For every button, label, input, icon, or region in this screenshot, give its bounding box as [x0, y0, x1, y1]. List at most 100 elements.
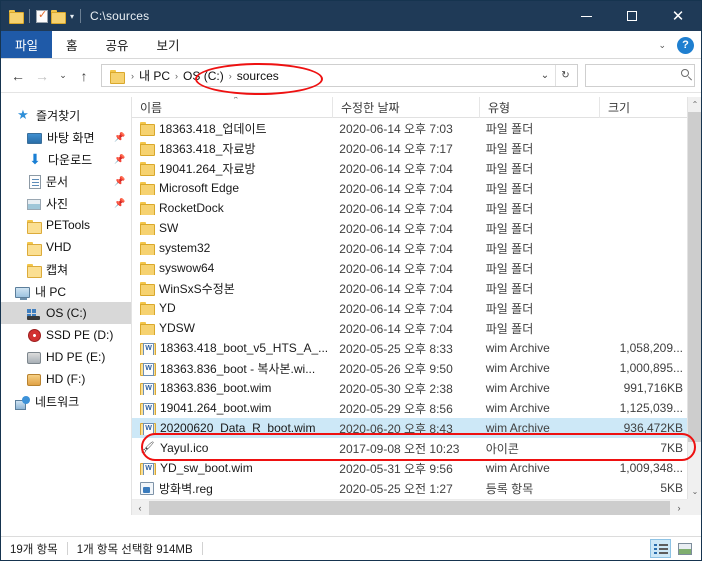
maximize-button[interactable] [609, 1, 655, 31]
file-rows[interactable]: 18363.418_업데이트 2020-06-14 오후 7:03 파일 폴더 183… [132, 118, 687, 499]
table-row[interactable]: YDSW 2020-06-14 오후 7:04 파일 폴더 [132, 318, 687, 338]
os-drive-icon [27, 308, 41, 320]
sidebar-item-6[interactable]: VHD [1, 236, 131, 258]
tab-file[interactable]: 파일 [1, 31, 53, 58]
column-header-size[interactable]: 크기 [599, 97, 689, 118]
sidebar-item-7[interactable]: 캡쳐 [1, 258, 131, 280]
properties-icon[interactable] [36, 8, 48, 23]
column-header-type[interactable]: 유형 [479, 97, 599, 118]
status-bar: 19개 항목 1개 항목 선택함 914MB [1, 536, 701, 560]
forward-button[interactable]: → [31, 65, 53, 87]
network-icon [15, 395, 30, 410]
folder-icon [140, 142, 155, 156]
sidebar-item-4[interactable]: 사진 📌 [1, 192, 131, 214]
sidebar-item-12[interactable]: HD (F:) [1, 368, 131, 390]
pin-icon[interactable]: 📌 [114, 198, 125, 208]
table-row[interactable]: 20200620_Data_R_boot.wim 2020-06-20 오후 8:… [132, 418, 687, 438]
up-button[interactable]: ↑ [73, 65, 95, 87]
cell-date: 2020-05-26 오후 9:50 [339, 361, 453, 376]
tab-view[interactable]: 보기 [143, 31, 194, 58]
breadcrumb-item-this-pc[interactable]: 내 PC [135, 66, 174, 85]
cell-name: system32 [132, 241, 331, 255]
table-row[interactable]: 18363.418_boot_v5_HTS_A_... 2020-05-25 오후… [132, 338, 687, 358]
breadcrumb-root-icon[interactable] [106, 66, 130, 85]
scroll-left-button[interactable]: ‹ [132, 500, 148, 516]
search-box[interactable] [585, 64, 695, 87]
new-folder-icon[interactable] [51, 10, 66, 24]
scroll-right-button[interactable]: › [671, 500, 687, 516]
pin-icon[interactable]: 📌 [114, 176, 125, 186]
column-header-name-label: 이름 [140, 101, 163, 115]
sidebar-item-10[interactable]: SSD PE (D:) [1, 324, 131, 346]
cell-type: wim Archive [485, 341, 550, 355]
window-title: C:\sources [90, 9, 150, 23]
sidebar-item-label: 바탕 화면 [47, 130, 95, 145]
column-header-date[interactable]: 수정한 날짜 [332, 97, 479, 118]
table-row[interactable]: 🖌 YayuI.ico 2017-09-08 오전 10:23 아이콘 7KB [132, 438, 687, 458]
table-row[interactable]: 19041.264_boot.wim 2020-05-29 오후 8:56 wim … [132, 398, 687, 418]
sidebar-item-8[interactable]: 내 PC [1, 280, 131, 302]
table-row[interactable]: SW 2020-06-14 오후 7:04 파일 폴더 [132, 218, 687, 238]
vertical-scroll-thumb[interactable] [688, 112, 701, 442]
sidebar-item-11[interactable]: HD PE (E:) [1, 346, 131, 368]
folder-icon [27, 264, 42, 278]
close-button[interactable]: ✕ [655, 1, 701, 31]
cell-size: 1,058,209... [619, 341, 683, 355]
table-row[interactable]: 18363.418_자료방 2020-06-14 오후 7:17 파일 폴더 [132, 138, 687, 158]
sidebar-item-label: OS (C:) [46, 306, 87, 320]
sidebar-item-3[interactable]: 문서 📌 [1, 170, 131, 192]
details-view-button[interactable] [650, 539, 671, 558]
sidebar-item-label: 사진 [46, 196, 69, 211]
table-row[interactable]: 18363.836_boot.wim 2020-05-30 오후 2:38 wim … [132, 378, 687, 398]
horizontal-scrollbar[interactable]: ‹ › [132, 499, 687, 515]
tab-home[interactable]: 홈 [52, 31, 92, 58]
table-row[interactable]: 18363.418_업데이트 2020-06-14 오후 7:03 파일 폴더 [132, 118, 687, 138]
pin-icon[interactable]: 📌 [114, 154, 125, 164]
tab-share[interactable]: 공유 [92, 31, 143, 58]
scroll-up-button[interactable]: ⌃ [688, 97, 701, 112]
column-header-size-label: 크기 [608, 101, 631, 115]
sidebar-item-1[interactable]: 바탕 화면 📌 [1, 126, 131, 148]
table-row[interactable]: syswow64 2020-06-14 오후 7:04 파일 폴더 [132, 258, 687, 278]
column-header-name[interactable]: ⌃ 이름 [132, 97, 332, 118]
table-row[interactable]: 19041.264_자료방 2020-06-14 오후 7:04 파일 폴더 [132, 158, 687, 178]
sidebar-item-2[interactable]: ⬇ 다운로드 📌 [1, 148, 131, 170]
cell-date: 2020-05-29 오후 8:56 [339, 401, 453, 416]
table-row[interactable]: WinSxS수정본 2020-06-14 오후 7:04 파일 폴더 [132, 278, 687, 298]
sidebar-item-5[interactable]: PETools [1, 214, 131, 236]
refresh-icon[interactable]: ↻ [555, 65, 575, 86]
table-row[interactable]: system32 2020-06-14 오후 7:04 파일 폴더 [132, 238, 687, 258]
sidebar-item-0[interactable]: ★ 즐겨찾기 [1, 104, 131, 126]
minimize-button[interactable] [563, 1, 609, 31]
back-button[interactable]: ← [7, 65, 29, 87]
thumbnails-view-button[interactable] [674, 539, 695, 558]
vertical-scrollbar[interactable]: ⌃ ⌄ [687, 97, 701, 499]
help-icon[interactable]: ? [677, 36, 694, 54]
table-row[interactable]: 18363.836_boot - 복사본.wi... 2020-05-26 오후 … [132, 358, 687, 378]
table-row[interactable]: YD 2020-06-14 오후 7:04 파일 폴더 [132, 298, 687, 318]
pin-icon[interactable]: 📌 [114, 132, 125, 142]
table-row[interactable]: 방화벽.reg 2020-05-25 오전 1:27 등록 항목 5KB [132, 478, 687, 498]
table-row[interactable]: YD_sw_boot.wim 2020-05-31 오후 9:56 wim Arch… [132, 458, 687, 478]
expand-ribbon-icon[interactable]: ⌄ [653, 40, 671, 51]
breadcrumb-item-sources[interactable]: sources [233, 66, 283, 85]
sidebar-item-9[interactable]: OS (C:) [1, 302, 131, 324]
details-view-icon [653, 543, 668, 555]
address-dropdown-icon[interactable]: ⌄ [535, 65, 555, 86]
sidebar-item-13[interactable]: 네트워크 [1, 390, 131, 412]
scroll-down-button[interactable]: ⌄ [688, 484, 701, 499]
folder-icon[interactable] [9, 10, 24, 24]
table-row[interactable]: RocketDock 2020-06-14 오후 7:04 파일 폴더 [132, 198, 687, 218]
recent-locations-icon[interactable]: ⌄ [55, 65, 71, 87]
search-input[interactable] [590, 69, 690, 82]
cell-type: 아이콘 [485, 441, 519, 456]
navigation-pane[interactable]: ★ 즐겨찾기 바탕 화면 📌 ⬇ 다운로드 📌 문서 📌 사진 📌 PETools VHD 캡쳐 내 PC O… [1, 97, 132, 515]
breadcrumb-item-os-c[interactable]: OS (C:) [179, 66, 228, 85]
cell-name: SW [132, 221, 331, 235]
horizontal-scroll-thumb[interactable] [149, 500, 670, 515]
chevron-down-icon[interactable]: ▾ [70, 12, 74, 21]
folder-icon [140, 182, 155, 195]
cell-name: syswow64 [132, 261, 331, 275]
table-row[interactable]: Microsoft Edge 2020-06-14 오후 7:04 파일 폴더 [132, 178, 687, 198]
breadcrumb[interactable]: › 내 PC › OS (C:) › sources ⌄ ↻ [101, 64, 578, 87]
